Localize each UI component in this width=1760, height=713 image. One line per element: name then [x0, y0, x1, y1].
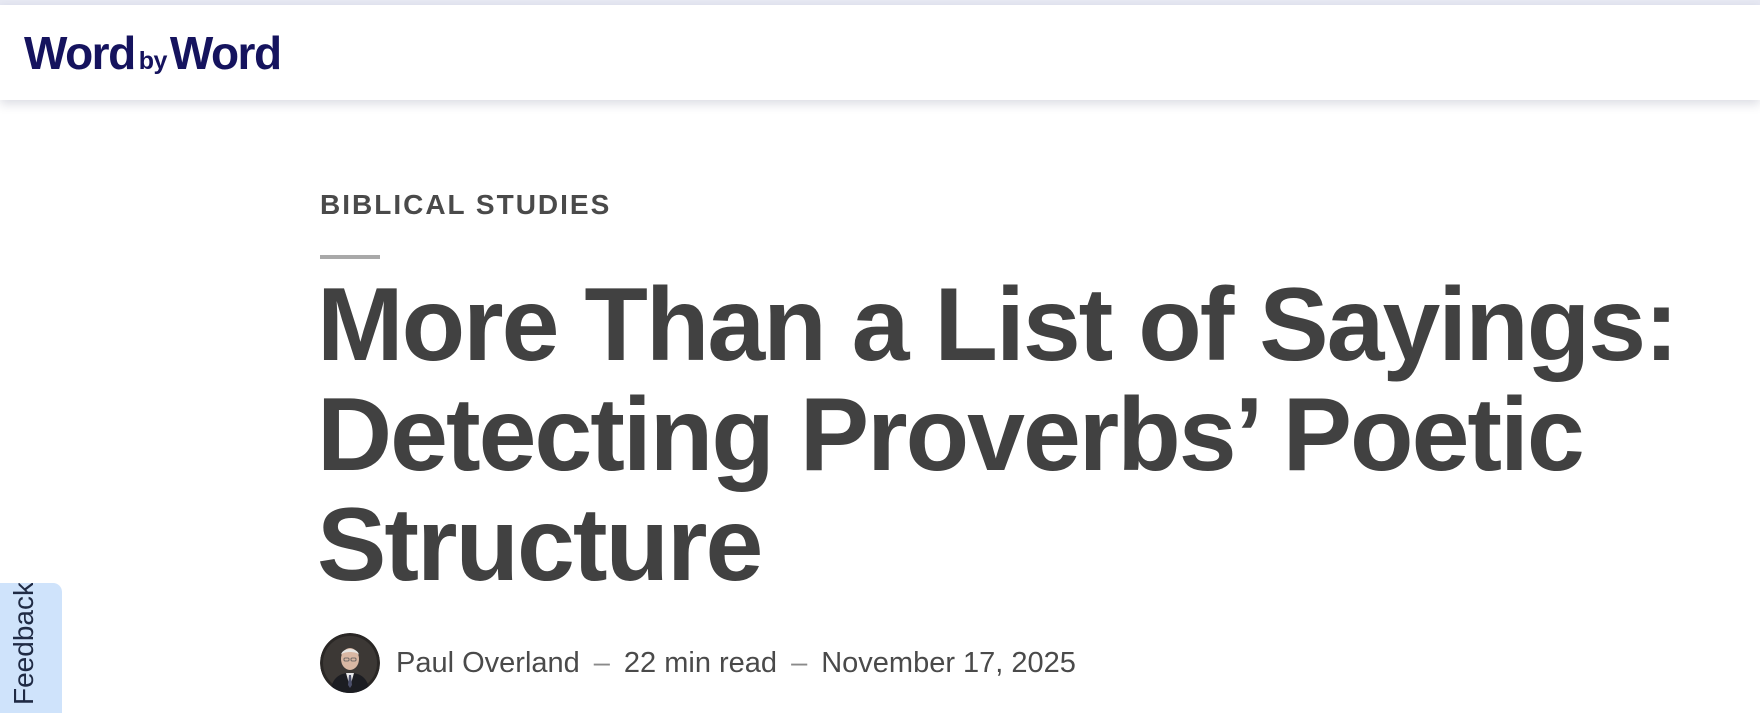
feedback-label: Feedback: [8, 583, 39, 705]
byline: Paul Overland – 22 min read – November 1…: [320, 632, 1076, 694]
logo-word-left: Word: [24, 27, 136, 79]
category-divider: [320, 255, 380, 259]
byline-separator: –: [791, 646, 808, 679]
site-logo[interactable]: Word by Word: [24, 27, 282, 79]
author-name[interactable]: Paul Overland: [396, 647, 580, 680]
byline-separator: –: [593, 646, 610, 679]
logo-word-right: Word: [169, 27, 282, 79]
category-link[interactable]: BIBLICAL STUDIES: [320, 189, 611, 221]
article-title: More Than a List of Sayings: Detecting P…: [317, 267, 1679, 603]
feedback-button[interactable]: Feedback: [0, 583, 62, 713]
author-photo-icon[interactable]: [320, 633, 380, 693]
site-header: Word by Word: [0, 5, 1760, 100]
logo-by: by: [138, 47, 168, 75]
publish-date: November 17, 2025: [821, 646, 1076, 679]
read-time: 22 min read: [623, 646, 778, 679]
author-photo-icon-graphic: [320, 633, 380, 693]
